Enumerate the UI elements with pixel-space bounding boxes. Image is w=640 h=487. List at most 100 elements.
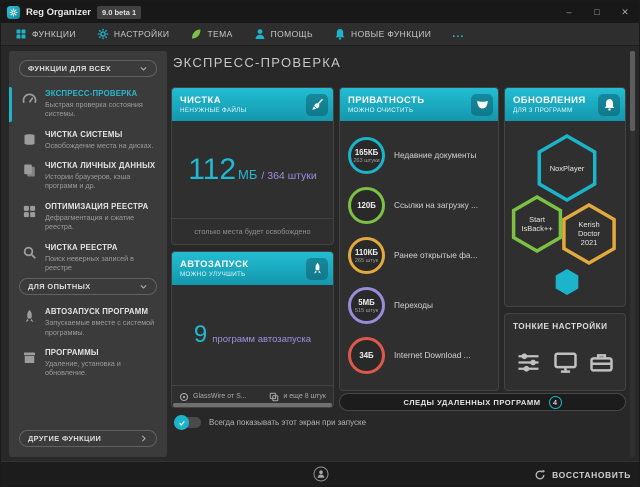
gauge-icon (22, 91, 37, 106)
sidebar-item-title: ЧИСТКА СИСТЕМЫ (45, 130, 153, 139)
section-other-functions[interactable]: ДРУГИЕ ФУНКЦИИ (19, 430, 157, 447)
privacy-size: 120Б (357, 201, 376, 210)
startup-toggle-label: Всегда показывать этот экран при запуске (209, 418, 366, 427)
version-badge: 9.0 beta 1 (97, 6, 141, 19)
section-functions-for-all[interactable]: ФУНКЦИИ ДЛЯ ВСЕХ (19, 60, 157, 77)
monitor-gear-icon[interactable] (553, 350, 578, 375)
autostart-label: программ автозапуска (212, 334, 311, 345)
card-header-text: ОБНОВЛЕНИЯ ДЛЯ 3 ПРОГРАММ (513, 95, 594, 114)
section-for-advanced[interactable]: ДЛЯ ОПЫТНЫХ (19, 278, 157, 295)
privacy-size: 110КБ (355, 248, 378, 257)
sidebar-item-subtitle: Освобождение места на дисках. (45, 141, 153, 150)
menu-new-functions[interactable]: НОВЫЕ ФУНКЦИИ (334, 28, 431, 40)
updates-hexagons: NoxPlayer Start IsBack++ Kerish Doctor 2… (507, 126, 623, 302)
sliders-icon[interactable] (516, 350, 541, 375)
privacy-card[interactable]: ПРИВАТНОСТЬ МОЖНО ОЧИСТИТЬ 165КБ 263 шту… (339, 87, 499, 391)
app-logo-icon (7, 6, 20, 19)
autostart-app-chip[interactable]: GlassWire от S... (179, 392, 247, 402)
toggle-knob (174, 415, 189, 430)
updates-card[interactable]: ОБНОВЛЕНИЯ ДЛЯ 3 ПРОГРАММ NoxPlayer Star… (504, 87, 626, 307)
cleanup-item-count: / 364 штуки (261, 170, 316, 182)
traces-count-badge: 4 (549, 396, 562, 409)
section-label: ФУНКЦИИ ДЛЯ ВСЕХ (28, 64, 111, 73)
vertical-scrollbar-thumb[interactable] (630, 51, 635, 131)
autostart-card-body: 9 программ автозапуска GlassWire от S...… (172, 285, 333, 407)
person-icon (254, 28, 266, 40)
cleanup-size-unit: МБ (238, 167, 257, 182)
menu-settings[interactable]: НАСТРОЙКИ (97, 28, 170, 40)
menu-more[interactable]: ... (452, 31, 464, 37)
privacy-label: Ранее открытые фа... (394, 250, 477, 260)
close-button[interactable]: ✕ (611, 1, 639, 23)
card-header-text: ПРИВАТНОСТЬ МОЖНО ОЧИСТИТЬ (348, 95, 467, 114)
sidebar-item-private-data-cleanup[interactable]: ЧИСТКА ЛИЧНЫХ ДАННЫХ Истории браузеров, … (9, 156, 167, 197)
card-header-text: АВТОЗАПУСК МОЖНО УЛУЧШИТЬ (180, 259, 302, 278)
card-title: ОБНОВЛЕНИЯ (513, 95, 594, 106)
autostart-card-header: АВТОЗАПУСК МОЖНО УЛУЧШИТЬ (172, 252, 333, 285)
privacy-ring: 110КБ 265 штук (348, 237, 385, 274)
fine-tuning-card[interactable]: ТОНКИЕ НАСТРОЙКИ (504, 313, 626, 391)
privacy-row-download-links[interactable]: 120Б Ссылки на загрузку ... (348, 187, 490, 224)
hexagon-small-decor (556, 269, 579, 295)
ellipsis-icon: ... (452, 31, 464, 37)
restore-refresh-icon (534, 469, 546, 481)
minimize-button[interactable]: – (555, 1, 583, 23)
privacy-row-recently-opened-files[interactable]: 110КБ 265 штук Ранее открытые фа... (348, 237, 490, 274)
sidebar-item-registry-cleanup[interactable]: ЧИСТКА РЕЕСТРА Поиск неверных записей в … (9, 238, 167, 279)
cleanup-card[interactable]: ЧИСТКА НЕНУЖНЫЕ ФАЙЛЫ 112 МБ / 364 штуки… (171, 87, 334, 245)
page-title: ЭКСПРЕСС-ПРОВЕРКА (173, 55, 627, 70)
toolbox-icon[interactable] (589, 350, 614, 375)
magnifier-icon (22, 245, 37, 260)
menu-label: ФУНКЦИИ (32, 29, 76, 39)
privacy-row-jumps[interactable]: 5МБ 515 штук Переходы (348, 287, 490, 324)
traces-of-removed-programs-bar[interactable]: СЛЕДЫ УДАЛЕННЫХ ПРОГРАММ 4 (339, 393, 626, 411)
privacy-card-header: ПРИВАТНОСТЬ МОЖНО ОЧИСТИТЬ (340, 88, 498, 121)
vertical-scrollbar[interactable] (630, 51, 635, 457)
startup-toggle[interactable] (175, 417, 201, 428)
menu-functions[interactable]: ФУНКЦИИ (15, 28, 76, 40)
maximize-button[interactable]: □ (583, 1, 611, 23)
main-panel: ЭКСПРЕСС-ПРОВЕРКА ЧИСТКА НЕНУЖНЫЕ ФАЙЛЫ … (171, 45, 627, 457)
autostart-more-chip[interactable]: и еще 8 штук (269, 392, 326, 402)
sidebar-item-system-cleanup[interactable]: ЧИСТКА СИСТЕМЫ Освобождение места на дис… (9, 125, 167, 156)
restore-button[interactable]: ВОССТАНОВИТЬ (534, 462, 631, 487)
menubar: ФУНКЦИИ НАСТРОЙКИ ТЕМА ПОМОЩЬ НОВЫЕ ФУНК… (1, 23, 639, 46)
sidebar-item-programs[interactable]: ПРОГРАММЫ Удаление, установка и обновлен… (9, 343, 167, 384)
traces-label: СЛЕДЫ УДАЛЕННЫХ ПРОГРАММ (403, 398, 540, 407)
leaf-icon (190, 28, 202, 40)
cleanup-caption: столько места будет освобождено (172, 218, 333, 244)
chevron-right-icon (139, 434, 148, 443)
documents-icon (22, 163, 37, 178)
hexagon-label: Start (529, 215, 546, 224)
card-subtitle: ДЛЯ 3 ПРОГРАММ (513, 107, 594, 114)
sidebar-item-title: ПРОГРАММЫ (45, 348, 161, 357)
disk-icon (22, 132, 37, 147)
autostart-card[interactable]: АВТОЗАПУСК МОЖНО УЛУЧШИТЬ 9 программ авт… (171, 251, 334, 408)
assistant-icon[interactable] (314, 467, 329, 482)
sidebar-item-title: ОПТИМИЗАЦИЯ РЕЕСТРА (45, 202, 161, 211)
privacy-row-internet-download[interactable]: 34Б Internet Download ... (348, 337, 490, 374)
sidebar-item-autostart-programs[interactable]: АВТОЗАПУСК ПРОГРАММ Запускаемые вместе с… (9, 302, 167, 343)
autostart-app-name: GlassWire от S... (193, 393, 247, 400)
section-label: ДЛЯ ОПЫТНЫХ (28, 282, 91, 291)
cleanup-value-area: 112 МБ / 364 штуки (172, 121, 333, 218)
sidebar-item-express-check[interactable]: ЭКСПРЕСС-ПРОВЕРКА Быстрая проверка состо… (9, 84, 167, 125)
menu-label: НОВЫЕ ФУНКЦИИ (351, 29, 431, 39)
horizontal-scrollbar[interactable] (173, 403, 332, 407)
hexagon-label: IsBack++ (521, 224, 553, 233)
hexagon-label: Kerish (578, 220, 599, 229)
hexagon-label: Doctor (578, 229, 601, 238)
sidebar-item-subtitle: Поиск неверных записей в реестре (45, 254, 161, 273)
privacy-row-recent-documents[interactable]: 165КБ 263 штуки Недавние документы (348, 137, 490, 174)
sidebar-item-text: ЧИСТКА РЕЕСТРА Поиск неверных записей в … (45, 243, 161, 273)
sidebar-item-registry-optimization[interactable]: ОПТИМИЗАЦИЯ РЕЕСТРА Дефрагментация и сжа… (9, 197, 167, 238)
card-title: ПРИВАТНОСТЬ (348, 95, 467, 106)
more-apps-icon (269, 392, 279, 402)
sidebar-item-subtitle: Удаление, установка и обновление. (45, 359, 161, 378)
sidebar-item-title: ЧИСТКА РЕЕСТРА (45, 243, 161, 252)
privacy-label: Ссылки на загрузку ... (394, 200, 478, 210)
menu-help[interactable]: ПОМОЩЬ (254, 28, 313, 40)
sidebar-item-subtitle: Истории браузеров, кэша программ и др. (45, 172, 161, 191)
menu-theme[interactable]: ТЕМА (190, 28, 232, 40)
rocket-icon (306, 258, 328, 280)
